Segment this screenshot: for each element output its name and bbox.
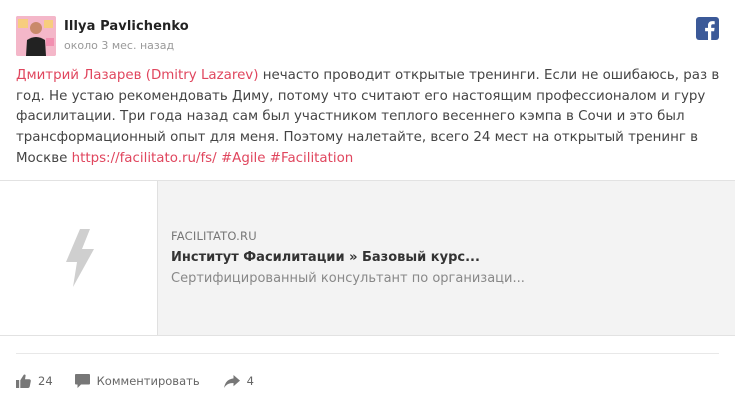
hashtag-agile[interactable]: #Agile: [221, 151, 266, 166]
author-name[interactable]: Illya Pavlichenko: [64, 19, 189, 34]
divider: [16, 353, 719, 354]
link-description: Сертифицированный консультант по организ…: [171, 271, 525, 286]
lightning-icon: [66, 229, 94, 287]
hashtag-facilitation[interactable]: #Facilitation: [270, 151, 354, 166]
action-bar: 24 Комментировать 4: [16, 372, 254, 390]
share-count: 4: [246, 374, 254, 388]
post-timestamp[interactable]: около 3 мес. назад: [64, 39, 174, 52]
comment-button[interactable]: Комментировать: [74, 374, 200, 388]
avatar[interactable]: [16, 16, 56, 56]
link-domain: FACILITATO.RU: [171, 229, 257, 243]
like-button[interactable]: 24: [16, 374, 53, 388]
comment-icon: [74, 374, 90, 388]
link-title[interactable]: Институт Фасилитации » Базовый курс...: [171, 250, 480, 265]
thumbs-up-icon: [16, 374, 31, 388]
comment-label: Комментировать: [96, 374, 200, 388]
social-post: Illya Pavlichenko около 3 мес. назад Дми…: [0, 0, 735, 403]
url-link[interactable]: https://facilitato.ru/fs/: [72, 151, 217, 166]
link-thumbnail: [0, 181, 158, 335]
facebook-icon[interactable]: [696, 17, 719, 40]
post-text: Дмитрий Лазарев (Dmitry Lazarev) нечасто…: [16, 66, 722, 170]
like-count: 24: [38, 374, 53, 388]
share-button[interactable]: 4: [223, 374, 254, 388]
mention-link[interactable]: Дмитрий Лазарев (Dmitry Lazarev): [16, 68, 258, 83]
link-preview-card[interactable]: FACILITATO.RU Институт Фасилитации » Баз…: [0, 180, 735, 336]
share-arrow-icon: [223, 374, 240, 388]
